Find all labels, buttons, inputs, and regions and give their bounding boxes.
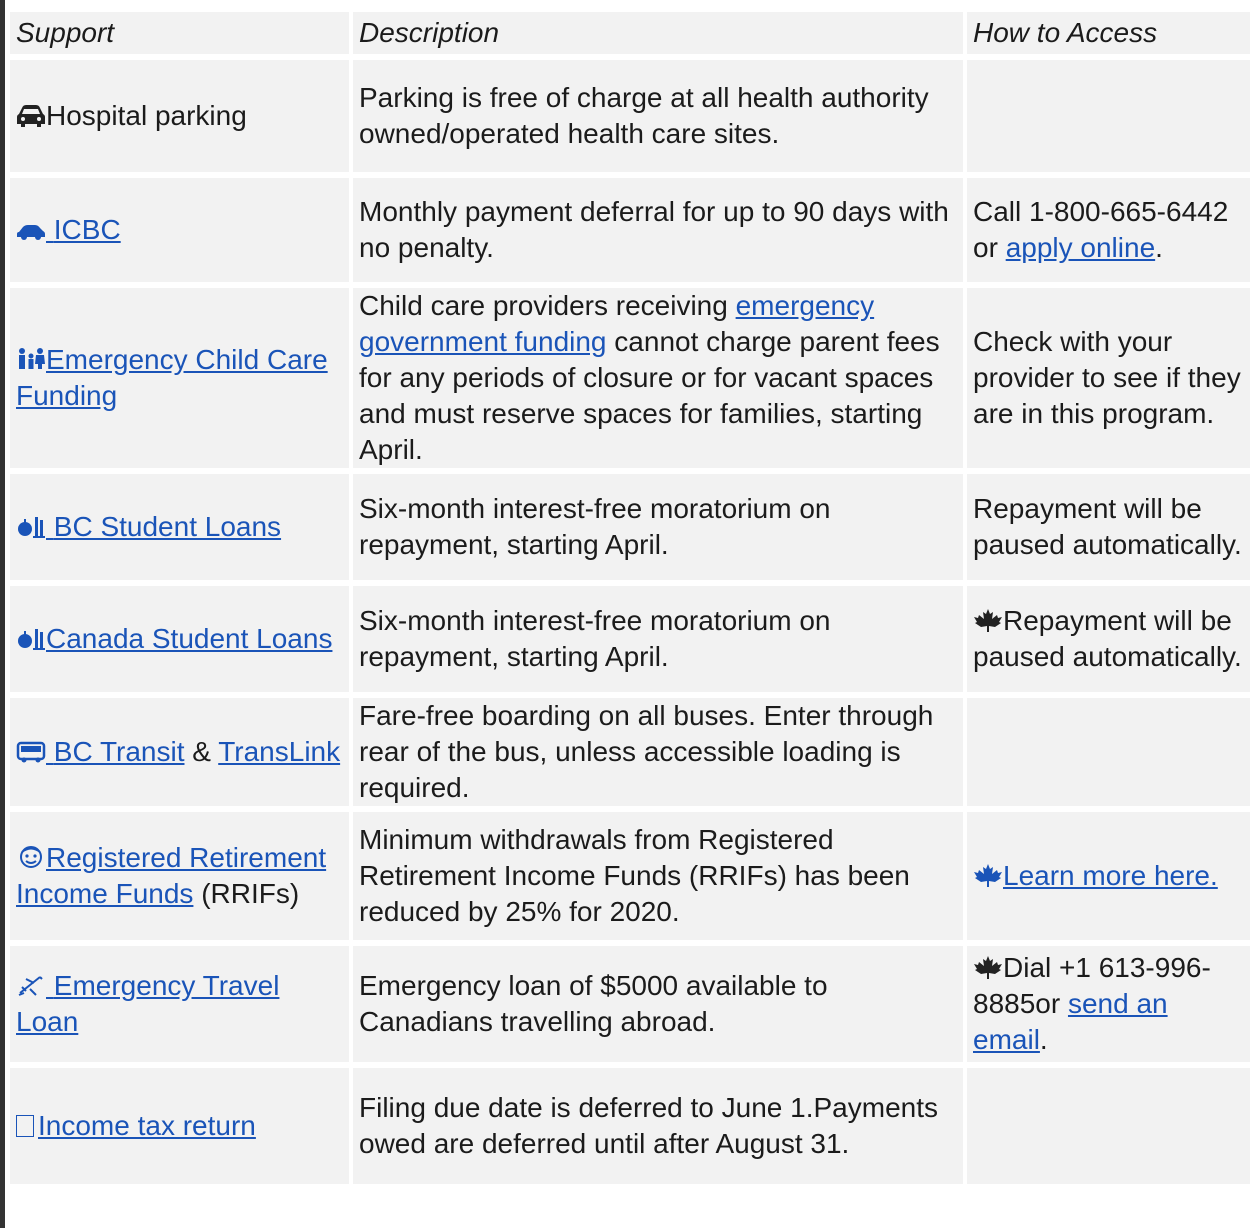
learn-more-link[interactable]: Learn more here. <box>973 860 1218 891</box>
support-link-label: BC Student Loans <box>53 511 282 542</box>
description-cell: Six-month interest-free moratorium on re… <box>351 471 967 586</box>
support-table: Support Description How to Access Hospit… <box>10 12 1250 1190</box>
header-support: Support <box>10 12 353 60</box>
apple-books-icon <box>16 513 46 539</box>
description-cell: Fare-free boarding on all buses. Enter t… <box>351 695 967 812</box>
support-cell: BC Student Loans <box>10 471 353 586</box>
table-row: BC Transit & TransLink Fare-free boardin… <box>10 695 1250 812</box>
car-icon <box>16 102 46 128</box>
support-cell: Income tax return <box>10 1065 353 1190</box>
left-border-line <box>0 0 5 1228</box>
maple-leaf-icon <box>973 954 1003 980</box>
access-cell <box>965 1065 1250 1190</box>
emergency-travel-loan-link[interactable]: Emergency Travel Loan <box>16 970 279 1037</box>
access-cell: Check with your provider to see if they … <box>965 285 1250 474</box>
airplane-icon <box>16 972 46 998</box>
description-cell: Emergency loan of $5000 available to Can… <box>351 943 967 1068</box>
access-cell: Repayment will be paused automatically. <box>965 583 1250 698</box>
table-row: Hospital parking Parking is free of char… <box>10 57 1250 178</box>
access-text-end: . <box>1039 1024 1048 1055</box>
access-cell: Repayment will be paused automatically. <box>965 471 1250 586</box>
table-row: Canada Student Loans Six-month interest-… <box>10 583 1250 698</box>
description-text: Child care providers receiving <box>359 290 736 321</box>
support-link-label: Canada Student Loans <box>46 623 333 654</box>
table-row: BC Student Loans Six-month interest-free… <box>10 471 1250 586</box>
support-link-label: ICBC <box>53 214 121 245</box>
description-cell: Filing due date is deferred to June 1.Pa… <box>351 1065 967 1190</box>
support-link-label: Emergency Child Care Funding <box>16 344 328 411</box>
support-cell: ICBC <box>10 175 353 288</box>
income-tax-return-link[interactable]: Income tax return <box>16 1110 256 1141</box>
maple-leaf-icon <box>973 862 1003 888</box>
emergency-child-care-link[interactable]: Emergency Child Care Funding <box>16 344 328 411</box>
support-link-label: Emergency Travel Loan <box>16 970 280 1037</box>
support-cell: Registered Retirement Income Funds (RRIF… <box>10 809 353 946</box>
table-row: Emergency Child Care Funding Child care … <box>10 285 1250 474</box>
support-cell: Emergency Child Care Funding <box>10 285 353 474</box>
elder-face-icon <box>16 844 46 870</box>
box-icon <box>16 1115 34 1137</box>
table-row: ICBC Monthly payment deferral for up to … <box>10 175 1250 288</box>
access-cell: Learn more here. <box>965 809 1250 946</box>
apply-online-link[interactable]: apply online <box>1006 232 1155 263</box>
support-cell: Emergency Travel Loan <box>10 943 353 1068</box>
support-label: Hospital parking <box>46 100 247 131</box>
bus-icon <box>16 738 46 764</box>
family-icon <box>16 346 46 372</box>
support-cell: Canada Student Loans <box>10 583 353 698</box>
access-cell: Call 1-800-665-6442 or apply online. <box>965 175 1250 288</box>
support-cell: Hospital parking <box>10 57 353 178</box>
bc-student-loans-link[interactable]: BC Student Loans <box>16 511 281 542</box>
translink-link[interactable]: TransLink <box>218 736 340 767</box>
bc-transit-label: BC Transit <box>53 736 185 767</box>
table-row: Registered Retirement Income Funds (RRIF… <box>10 809 1250 946</box>
access-cell <box>965 57 1250 178</box>
table-row: Income tax return Filing due date is def… <box>10 1065 1250 1190</box>
support-suffix: (RRIFs) <box>193 878 300 909</box>
canada-student-loans-link[interactable]: Canada Student Loans <box>16 623 332 654</box>
access-cell: Dial +1 613-996-8885or send an email. <box>965 943 1250 1068</box>
bc-transit-link[interactable]: BC Transit <box>16 736 184 767</box>
access-text-end: . <box>1155 232 1163 263</box>
apple-books-icon <box>16 625 46 651</box>
support-separator: & <box>184 736 219 767</box>
table-row: Emergency Travel Loan Emergency loan of … <box>10 943 1250 1068</box>
description-cell: Child care providers receiving emergency… <box>351 285 967 474</box>
table-header-row: Support Description How to Access <box>10 12 1250 60</box>
maple-leaf-icon <box>973 607 1003 633</box>
header-description: Description <box>351 12 967 60</box>
header-how-to-access: How to Access <box>965 12 1250 60</box>
description-cell: Six-month interest-free moratorium on re… <box>351 583 967 698</box>
support-link-label: Income tax return <box>38 1110 256 1141</box>
description-cell: Monthly payment deferral for up to 90 da… <box>351 175 967 288</box>
car-icon <box>16 216 46 242</box>
access-text: Repayment will be paused automatically. <box>973 605 1242 672</box>
support-cell: BC Transit & TransLink <box>10 695 353 812</box>
description-cell: Minimum withdrawals from Registered Reti… <box>351 809 967 946</box>
learn-more-label: Learn more here. <box>1003 860 1218 891</box>
access-cell <box>965 695 1250 812</box>
icbc-link[interactable]: ICBC <box>16 214 121 245</box>
description-cell: Parking is free of charge at all health … <box>351 57 967 178</box>
